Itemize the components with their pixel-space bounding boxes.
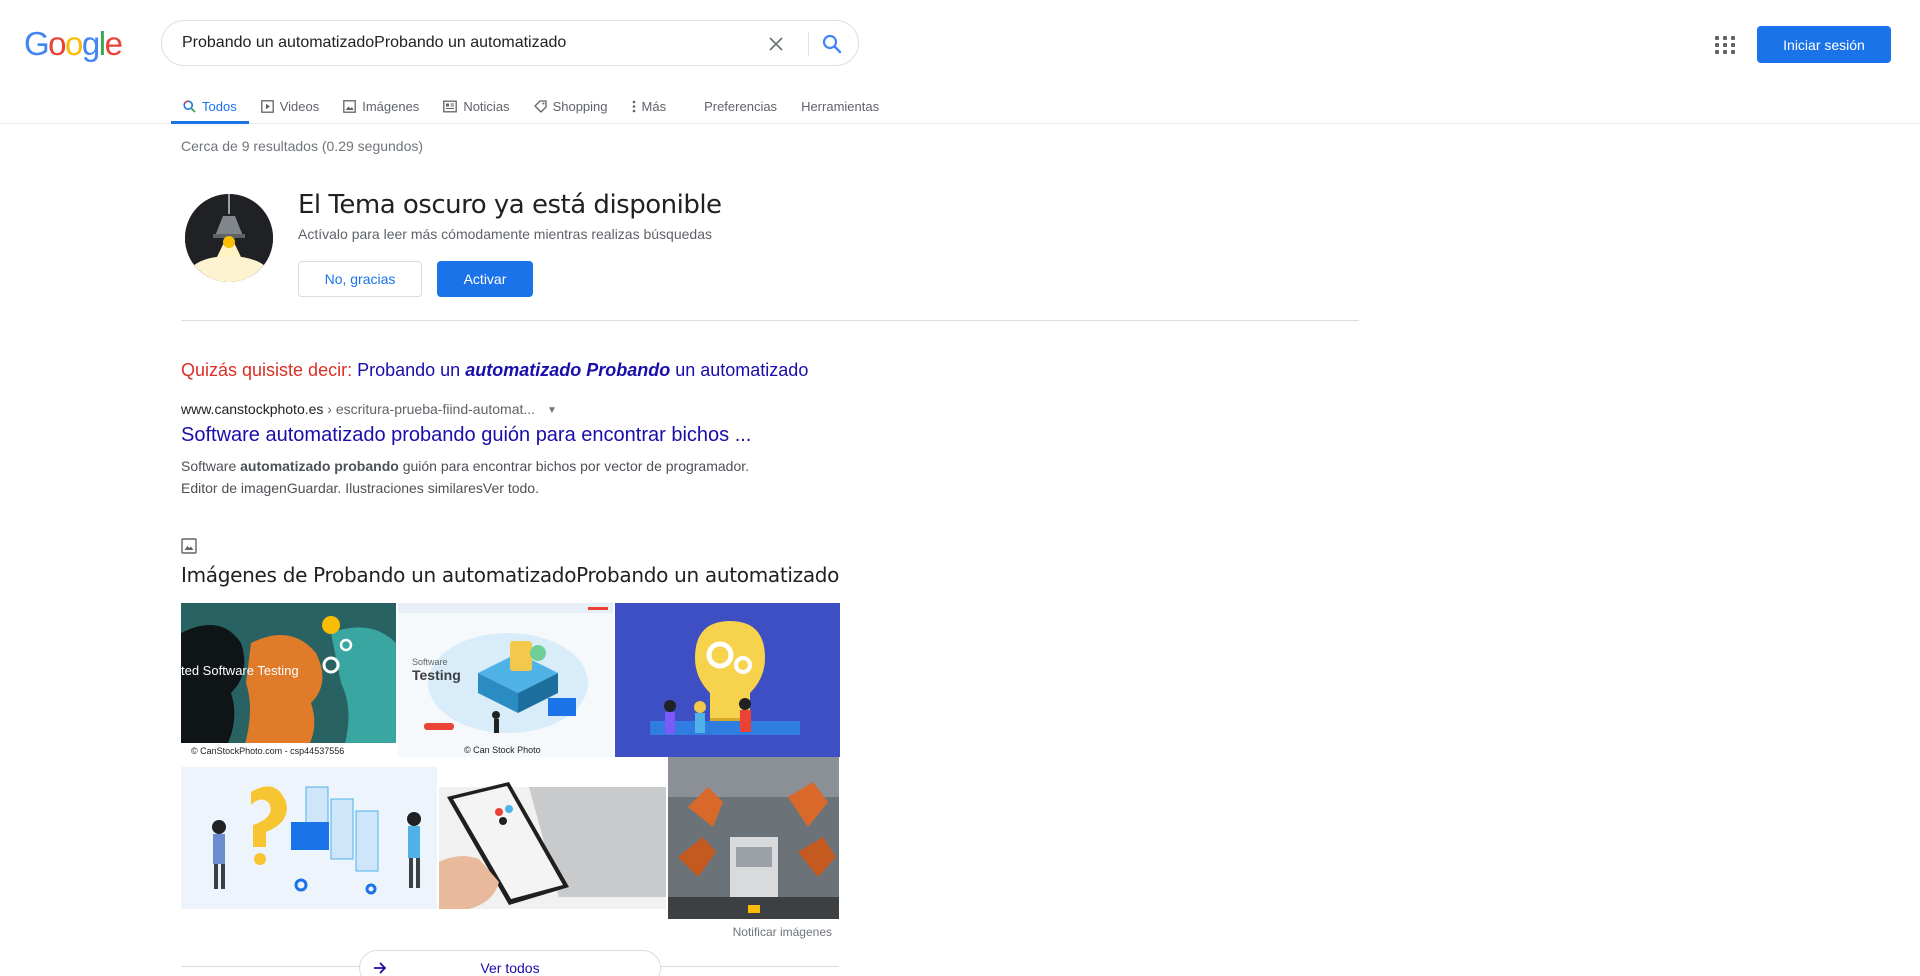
phone-hand-photo [439, 767, 666, 909]
tab-label: Preferencias [704, 98, 778, 114]
lightbulb-team-illustration [615, 603, 840, 757]
lamp-illustration [185, 194, 273, 282]
snippet-text: guión para encontrar bichos por vector d… [402, 458, 750, 474]
dym-part1: Probando un [357, 360, 461, 380]
clear-search-button[interactable] [762, 30, 790, 58]
tab-label: Noticias [463, 98, 510, 114]
tab-preferencias[interactable]: Preferencias [692, 88, 789, 124]
tab-label: Todos [202, 98, 237, 114]
report-images-link[interactable]: Notificar imágenes [700, 925, 832, 939]
close-icon [769, 37, 783, 51]
result-menu-caret-icon[interactable]: ▼ [547, 405, 557, 416]
image-result-4[interactable] [181, 767, 437, 909]
news-icon [443, 100, 458, 112]
tab-label: Videos [279, 98, 320, 114]
image-result-6[interactable] [668, 757, 839, 919]
dark-theme-promo: El Tema oscuro ya está disponible Actíva… [181, 186, 1359, 321]
promo-title: El Tema oscuro ya está disponible [298, 190, 722, 220]
apps-grid-button[interactable] [1712, 33, 1736, 57]
software-testing-illustration: ted Software Testing © CanStockPhoto.com… [181, 603, 396, 757]
image-icon [343, 99, 357, 113]
header: Google Iniciar sesión Tod [0, 0, 1920, 124]
search-button[interactable] [814, 29, 850, 59]
snippet-bold: automatizado probando [240, 458, 399, 474]
search-input[interactable] [182, 31, 742, 55]
result-title-link[interactable]: Software automatizado probando guión par… [181, 424, 751, 447]
robotic-assembly-line-photo [668, 757, 839, 919]
tab-noticias[interactable]: Noticias [431, 88, 521, 124]
result-domain: www.canstockphoto.es [181, 401, 324, 417]
tile2-title: Software [412, 657, 448, 667]
search-icon [822, 34, 842, 54]
result-stats: Cerca de 9 resultados (0.29 segundos) [181, 138, 424, 154]
tile2-caption: © Can Stock Photo [464, 745, 541, 755]
tile2-title2: Testing [412, 667, 461, 683]
promo-subtitle: Actívalo para leer más cómodamente mient… [298, 226, 712, 242]
see-all-images-button[interactable]: Ver todos [359, 950, 661, 976]
sign-in-button[interactable]: Iniciar sesión [1757, 26, 1891, 63]
servers-question-illustration [181, 767, 437, 909]
apps-grid-icon [1715, 36, 1719, 40]
lamp-icon [185, 194, 273, 282]
tile1-text: ted Software Testing [181, 663, 299, 678]
tab-label: Herramientas [801, 98, 880, 114]
tile1-caption: © CanStockPhoto.com - csp44537556 [191, 746, 344, 756]
more-vert-icon [632, 100, 635, 112]
snippet-line2: Editor de imagenGuardar. Ilustraciones s… [181, 480, 539, 496]
result-snippet: Software automatizado probando guión par… [181, 455, 801, 499]
search-icon [183, 99, 196, 113]
image-result-3[interactable] [615, 603, 840, 757]
tab-todos[interactable]: Todos [171, 88, 249, 124]
images-section-icon [181, 538, 197, 559]
tab-videos[interactable]: Videos [249, 88, 332, 124]
dym-bold: automatizado Probando [465, 360, 671, 380]
activate-dark-theme-button[interactable]: Activar [437, 261, 533, 297]
tab-herramientas[interactable]: Herramientas [789, 88, 891, 124]
did-you-mean: Quizás quisiste decir: Probando un autom… [181, 360, 808, 381]
tab-imagenes[interactable]: Imágenes [331, 88, 431, 124]
result-url: www.canstockphoto.es › escritura-prueba-… [181, 401, 557, 417]
video-icon [260, 99, 274, 113]
decline-dark-theme-button[interactable]: No, gracias [298, 261, 422, 297]
snippet-text: Software [181, 458, 237, 474]
result-breadcrumb: › escritura-prueba-fiind-automat... [327, 401, 536, 417]
dym-part2: un automatizado [675, 360, 809, 380]
search-box-divider [808, 32, 809, 56]
search-tabs: Todos Videos Imágenes Noticias Shopping … [171, 88, 891, 124]
images-heading: Imágenes de Probando un automatizadoProb… [181, 563, 840, 587]
tab-label: Más [641, 98, 667, 114]
image-result-1[interactable]: ted Software Testing © CanStockPhoto.com… [181, 603, 396, 757]
tab-label: Imágenes [362, 98, 420, 114]
tag-icon [533, 99, 547, 113]
did-you-mean-link[interactable]: Probando un automatizado Probando un aut… [357, 360, 808, 380]
image-result-5[interactable] [439, 767, 666, 909]
image-icon [181, 538, 197, 554]
tab-label: Shopping [552, 98, 608, 114]
search-box [161, 20, 859, 66]
see-all-label: Ver todos [480, 960, 540, 976]
software-testing-isometric-illustration: Software Testing © Can Stock Photo [398, 603, 613, 757]
did-you-mean-label: Quizás quisiste decir: [181, 360, 353, 380]
tab-mas[interactable]: Más [620, 88, 679, 124]
google-logo[interactable]: Google [24, 25, 123, 63]
tab-shopping[interactable]: Shopping [522, 88, 620, 124]
image-result-2[interactable]: Software Testing © Can Stock Photo [398, 603, 613, 757]
